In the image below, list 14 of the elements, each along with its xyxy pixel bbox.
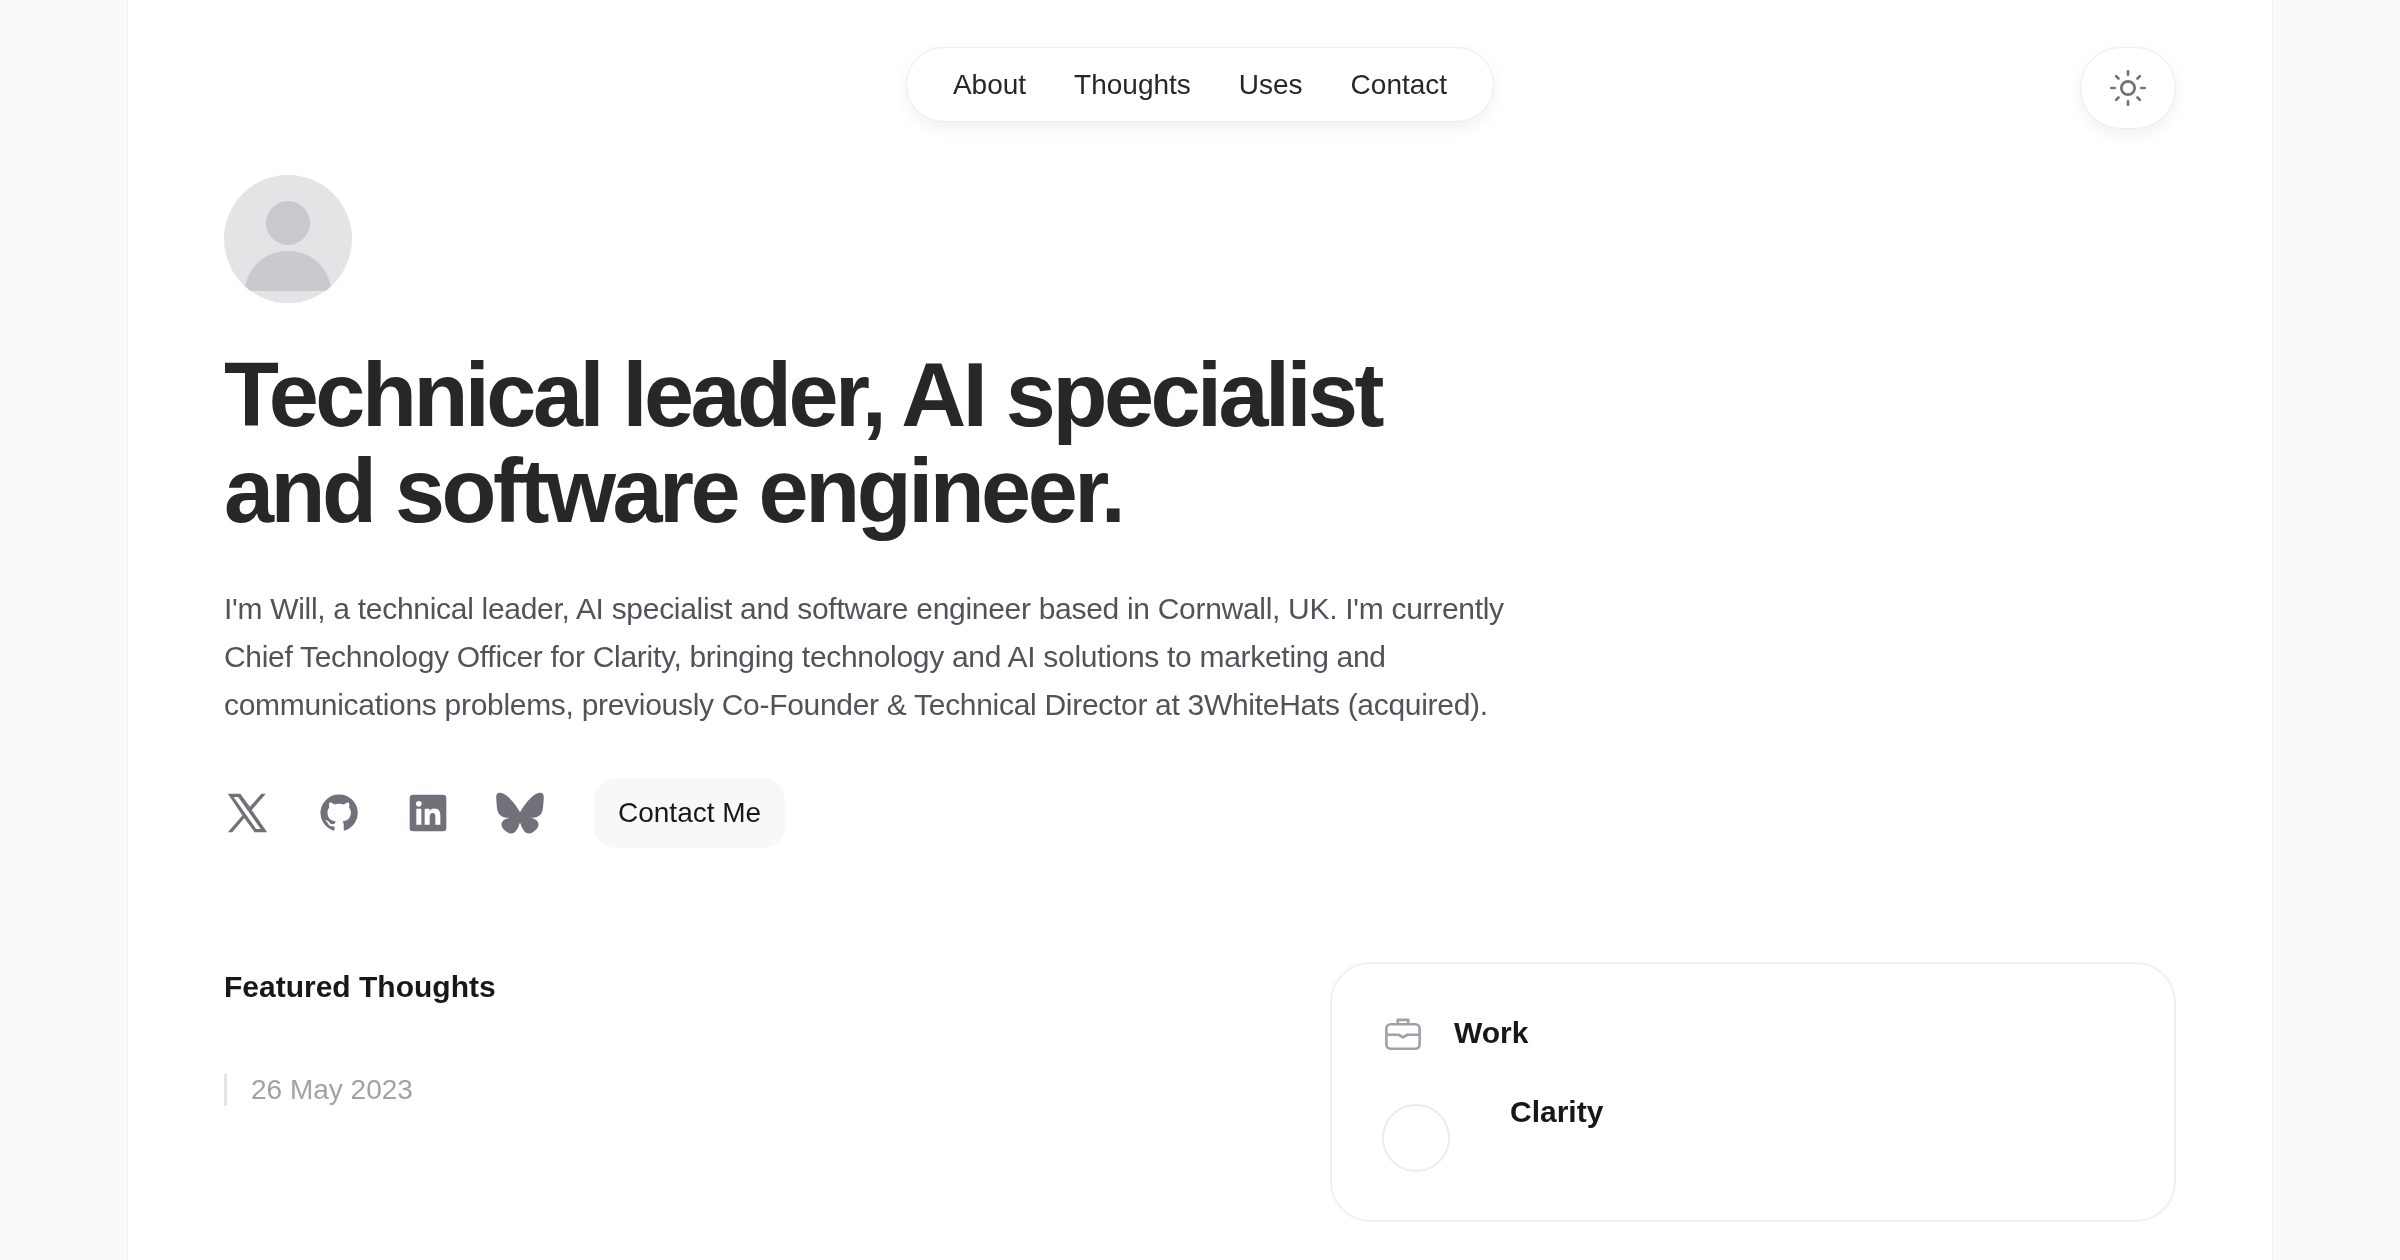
intro-paragraph: I'm Will, a technical leader, AI specialist and software engineer based in Cornwall, UK. I'm currently Chief Technology Officer for Clarity, bringing technology and AI solutions to marketing and communications problems, previously Co-Founder & Technical Director at 3WhiteHats (acquired).: [224, 591, 1505, 723]
contact-me-button[interactable]: Contact Me: [594, 778, 786, 848]
nav-link[interactable]: Contact: [1350, 68, 1448, 101]
nav-link[interactable]: Uses: [1238, 68, 1303, 101]
github-icon[interactable]: [318, 792, 360, 834]
card-title: Work: [1454, 1016, 1529, 1050]
section-heading: Featured Thoughts: [224, 970, 497, 1004]
sun-icon: [2108, 68, 2148, 108]
hero-heading: Technical leader, AI specialist and software engineer.: [224, 347, 1383, 539]
linkedin-icon[interactable]: [408, 793, 448, 833]
nav-link[interactable]: Thoughts: [1074, 68, 1191, 101]
article-date: 26 May 2023: [224, 1074, 1260, 1106]
nav-link[interactable]: About: [952, 68, 1027, 101]
company-name: Clarity: [1510, 1094, 1604, 1130]
